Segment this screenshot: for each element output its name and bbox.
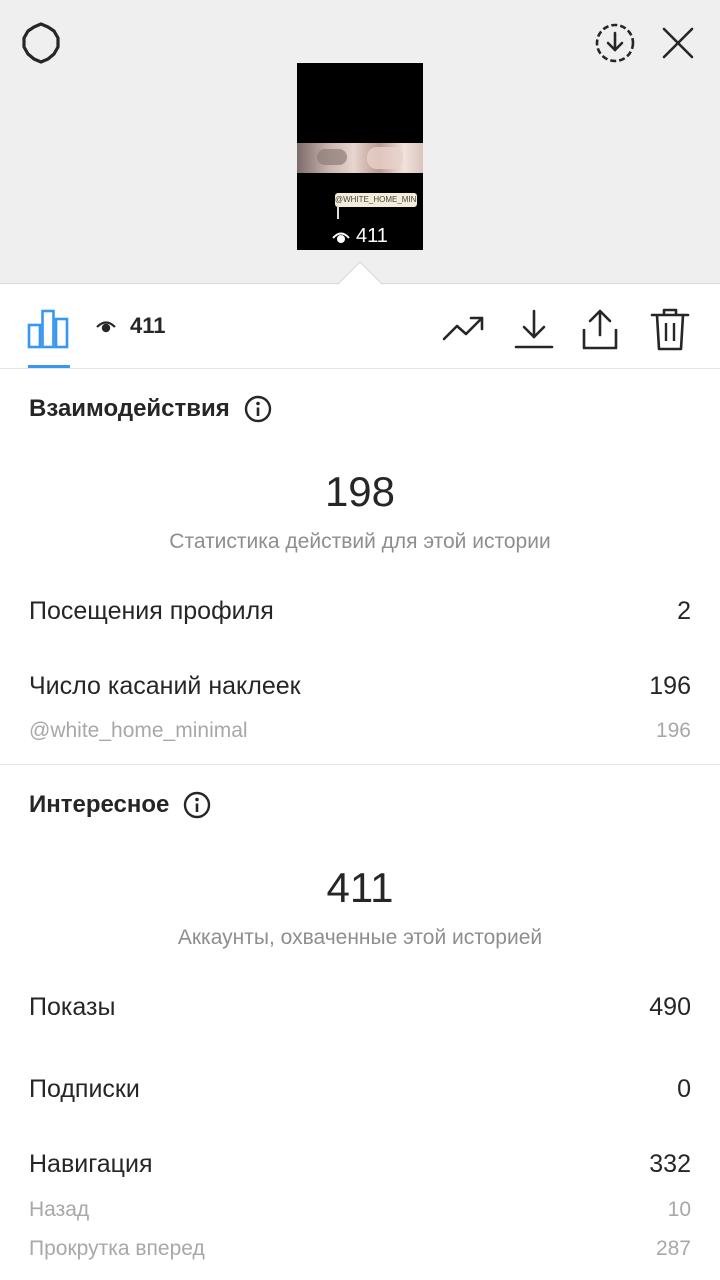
- discovery-header: Интересное: [29, 791, 211, 819]
- download-circle-icon: [595, 23, 635, 63]
- stat-value: 332: [649, 1150, 691, 1178]
- insights-toolbar: 411: [0, 285, 720, 369]
- discovery-total: 411: [326, 864, 394, 911]
- info-icon[interactable]: [244, 395, 272, 423]
- tab-insights[interactable]: [26, 303, 70, 349]
- story-photo: [297, 143, 423, 173]
- promote-button[interactable]: [442, 307, 486, 351]
- active-tab-indicator: [28, 365, 70, 368]
- info-icon[interactable]: [183, 791, 211, 819]
- stat-row: Показы 490: [29, 993, 691, 1022]
- stat-row: Навигация 332: [29, 1150, 691, 1179]
- bar-chart-icon: [27, 309, 69, 349]
- interactions-header: Взаимодействия: [29, 395, 272, 423]
- stat-sub-row: Назад 10: [29, 1198, 691, 1222]
- eye-icon: [332, 232, 350, 243]
- interactions-caption: Статистика действий для этой истории: [169, 530, 551, 553]
- save-story-button[interactable]: [590, 18, 640, 68]
- stat-sub-label: @white_home_minimal: [29, 719, 248, 742]
- discovery-title: Интересное: [29, 791, 170, 818]
- story-thumbnail[interactable]: @WHITE_HOME_MINIMAL 411: [297, 63, 423, 250]
- close-button[interactable]: [654, 20, 702, 66]
- eye-icon: [96, 321, 116, 333]
- tap-hint-icon: [337, 207, 345, 219]
- stat-value: 196: [649, 672, 691, 700]
- stat-label: Подписки: [29, 1075, 140, 1103]
- download-button[interactable]: [512, 307, 556, 351]
- stat-row: Посещения профиля 2: [29, 597, 691, 626]
- close-icon: [662, 27, 694, 59]
- discovery-caption: Аккаунты, охваченные этой историей: [177, 926, 543, 949]
- gear-icon: [22, 22, 60, 64]
- stat-sub-label: Прокрутка вперед: [29, 1237, 205, 1260]
- stat-sub-value: 196: [655, 719, 691, 742]
- views-count: 411: [130, 313, 166, 338]
- stat-sub-row: Прокрутка вперед 287: [29, 1237, 691, 1261]
- mention-sticker: @WHITE_HOME_MINIMAL: [335, 193, 417, 207]
- thumbnail-views: 411: [297, 225, 423, 248]
- stat-label: Навигация: [29, 1150, 153, 1178]
- viewers-summary[interactable]: 411: [96, 313, 166, 339]
- stat-sub-value: 10: [667, 1198, 691, 1221]
- stat-sub-row: @white_home_minimal 196: [29, 719, 691, 743]
- stat-value: 0: [677, 1075, 691, 1103]
- download-icon: [514, 309, 554, 349]
- delete-button[interactable]: [648, 307, 692, 351]
- settings-button[interactable]: [18, 20, 64, 66]
- stat-label: Посещения профиля: [29, 597, 274, 625]
- stat-label: Показы: [29, 993, 116, 1021]
- share-button[interactable]: [578, 307, 622, 351]
- share-icon: [582, 309, 618, 350]
- story-preview-area: @WHITE_HOME_MINIMAL 411: [0, 0, 720, 284]
- stat-sub-label: Назад: [29, 1198, 90, 1221]
- stat-label: Число касаний наклеек: [29, 672, 301, 700]
- stat-row: Число касаний наклеек 196: [29, 672, 691, 701]
- thumbnail-views-count: 411: [356, 225, 388, 247]
- section-divider: [0, 764, 720, 765]
- trash-icon: [650, 308, 690, 351]
- promote-icon: [442, 316, 484, 341]
- interactions-title: Взаимодействия: [29, 395, 230, 422]
- interactions-total: 198: [324, 468, 396, 515]
- stat-value: 2: [677, 597, 691, 625]
- stat-sub-value: 287: [655, 1237, 691, 1260]
- stat-value: 490: [649, 993, 691, 1021]
- stat-row: Подписки 0: [29, 1075, 691, 1104]
